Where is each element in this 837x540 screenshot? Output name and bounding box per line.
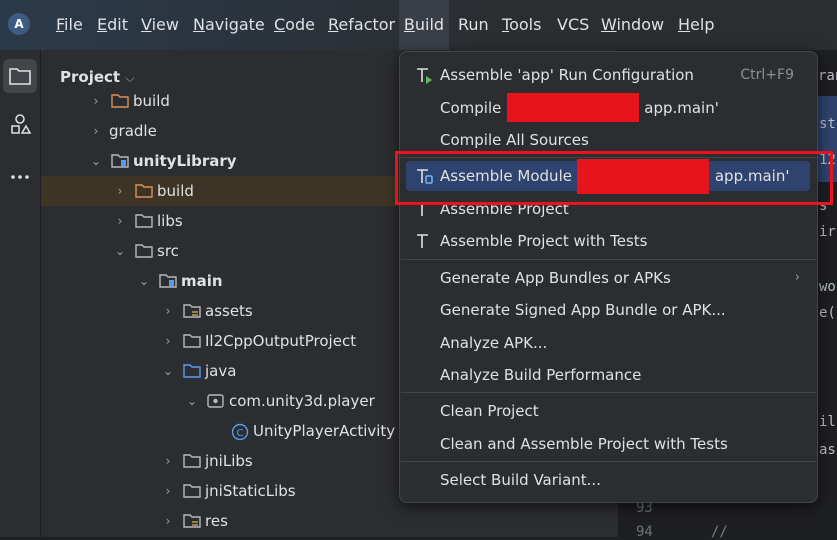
submenu-arrow-icon: › [794,270,800,285]
menu-help[interactable]: Help [678,0,714,50]
excluded-folder-icon [111,93,129,108]
code-fragment: il [819,414,836,430]
menu-item-generate-bundles[interactable]: Generate App Bundles or APKs › [406,263,810,293]
tree-item-label: jniStaticLibs [205,482,296,500]
chevron-right-icon[interactable]: › [161,446,175,476]
tree-item-label: assets [205,302,253,320]
menu-run[interactable]: Run [458,0,489,50]
tree-item-label: build [133,92,170,110]
more-tools-button[interactable] [3,160,37,194]
menu-code[interactable]: Code [274,0,315,50]
tree-item-label: libs [157,212,183,230]
tree-item-label: src [157,242,179,260]
folder-icon [183,333,201,348]
code-fragment: e( [819,305,836,321]
menu-item-assemble-project-tests[interactable]: Assemble Project with Tests [406,226,810,256]
chevron-right-icon[interactable]: › [161,296,175,326]
folder-icon [135,213,153,228]
menu-separator [401,259,816,260]
menu-separator [401,461,816,462]
chevron-down-icon[interactable]: ⌄ [89,146,103,176]
source-folder-icon [183,363,201,378]
chevron-right-icon[interactable]: › [161,506,175,536]
menu-item-clean-project[interactable]: Clean Project [406,396,810,426]
chevron-right-icon[interactable]: › [89,86,103,116]
tree-item-label: unityLibrary [133,152,237,170]
tree-item-label: build [157,182,194,200]
resource-folder-icon [183,303,201,318]
menu-item-analyze-apk[interactable]: Analyze APK... [406,328,810,358]
tree-item-label: java [205,362,237,380]
svg-text:C: C [237,428,244,439]
project-tool-button[interactable] [3,59,37,93]
menu-tools[interactable]: Tools [502,0,541,50]
chevron-right-icon[interactable]: › [113,206,127,236]
menu-separator [401,392,816,393]
resource-manager-button[interactable] [3,108,37,142]
menu-build[interactable]: Build [399,0,449,50]
chevron-down-icon[interactable]: ⌄ [185,386,199,416]
tree-item-label: UnityPlayerActivity [253,422,396,440]
folder-icon [183,453,201,468]
menu-view[interactable]: View [141,0,179,50]
code-fragment: ran [818,68,837,84]
folder-icon [9,68,31,85]
annotation-highlight-box [395,151,833,205]
chevron-right-icon[interactable]: › [113,176,127,206]
chevron-down-icon[interactable]: ⌄ [137,266,151,296]
menu-edit[interactable]: Edit [97,0,128,50]
package-icon [207,393,225,408]
line-number: 94 [636,524,653,540]
code-fragment: as [819,442,836,458]
hammer-icon [417,234,428,248]
menu-item-clean-assemble-tests[interactable]: Clean and Assemble Project with Tests [406,429,810,459]
folder-icon [135,243,153,258]
folder-icon [183,483,201,498]
tree-item-label: res [205,512,228,530]
tree-item[interactable]: › res [41,506,606,536]
chevron-right-icon[interactable]: › [161,476,175,506]
code-fragment: stru [819,116,837,132]
left-tool-strip [0,50,41,537]
menubar: A File Edit View Navigate Code Refactor … [0,0,837,50]
shortcut-label: Ctrl+F9 [740,67,794,83]
chevron-down-icon[interactable]: ⌄ [113,236,127,266]
hammer-run-icon [417,68,432,84]
tree-item-label: gradle [109,122,157,140]
menu-item-assemble-run-config[interactable]: Assemble 'app' Run Configuration Ctrl+F9 [406,60,810,90]
menu-window[interactable]: Window [601,0,664,50]
menu-navigate[interactable]: Navigate [193,0,265,50]
menu-item-generate-signed[interactable]: Generate Signed App Bundle or APK... [406,295,810,325]
code-fragment: wo [819,279,836,295]
project-panel-title[interactable]: Project ⌵ [60,68,134,86]
tree-item-label: main [181,272,223,290]
chevron-right-icon[interactable]: › [89,116,103,146]
menu-refactor[interactable]: Refactor [328,0,395,50]
tree-item-label: jniLibs [205,452,253,470]
code-fragment: // [711,524,728,540]
chevron-right-icon[interactable]: › [161,326,175,356]
menu-vcs[interactable]: VCS [557,0,589,50]
redaction-mark [507,93,639,122]
class-icon: C [231,423,249,441]
tree-item-label: com.unity3d.player [229,392,375,410]
menu-file[interactable]: File [56,0,83,50]
resource-folder-icon [183,513,201,528]
menu-item-select-build-variant[interactable]: Select Build Variant... [406,465,810,495]
module-folder-icon [159,273,177,288]
module-folder-icon [111,153,129,168]
tree-item-label: Il2CppOutputProject [205,332,357,350]
chevron-down-icon: ⌵ [125,71,135,85]
excluded-folder-icon [135,183,153,198]
menu-item-analyze-build-performance[interactable]: Analyze Build Performance [406,360,810,390]
code-fragment: ir [819,224,836,240]
more-dots-icon [11,175,29,179]
chevron-down-icon[interactable]: ⌄ [161,356,175,386]
shapes-icon [11,114,32,134]
android-studio-logo-icon[interactable]: A [8,13,30,35]
